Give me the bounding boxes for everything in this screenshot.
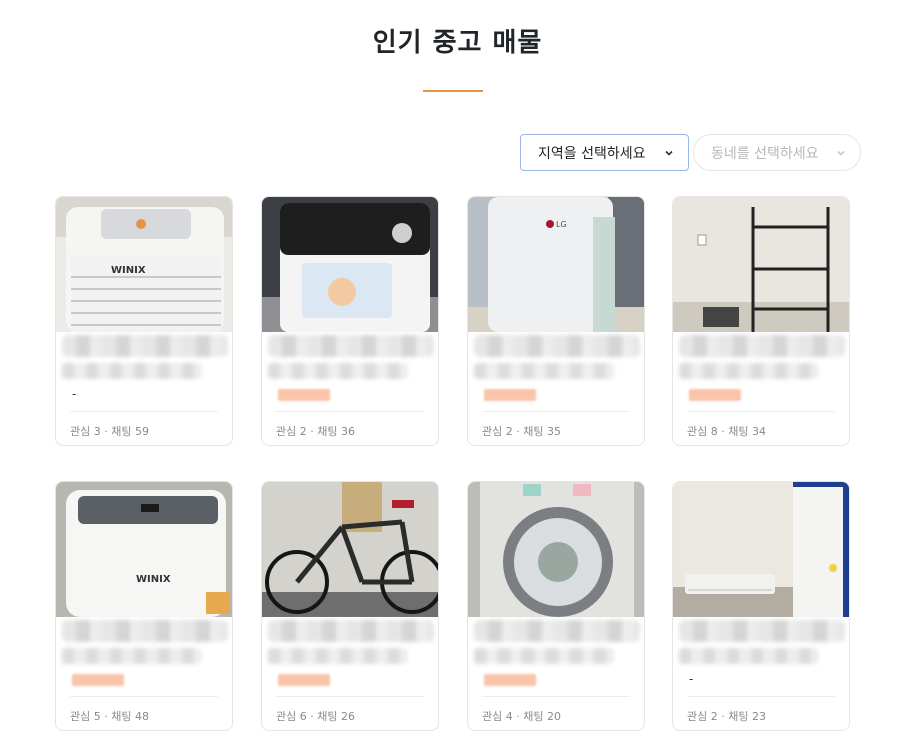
town-select-label: 동네를 선택하세요 bbox=[711, 145, 819, 162]
product-card[interactable]: 관심 6 · 채팅 26 bbox=[261, 481, 439, 731]
blurred-address bbox=[474, 648, 614, 664]
blurred-address bbox=[268, 363, 408, 379]
product-image bbox=[262, 482, 438, 617]
product-stats: 관심 2 · 채팅 35 bbox=[482, 425, 561, 438]
product-stats: 관심 8 · 채팅 34 bbox=[687, 425, 766, 438]
blurred-title bbox=[679, 620, 845, 642]
blurred-title bbox=[474, 335, 640, 357]
card-divider bbox=[687, 411, 835, 412]
title-underline bbox=[423, 90, 483, 92]
metal-shelf-icon bbox=[673, 197, 849, 332]
card-divider bbox=[276, 696, 424, 697]
chevron-down-icon bbox=[665, 150, 673, 156]
product-stats: 관심 5 · 채팅 48 bbox=[70, 710, 149, 723]
blurred-price bbox=[689, 389, 741, 401]
product-stats: 관심 2 · 채팅 36 bbox=[276, 425, 355, 438]
blurred-price bbox=[72, 674, 124, 686]
blurred-title bbox=[679, 335, 845, 357]
product-stats: 관심 6 · 채팅 26 bbox=[276, 710, 355, 723]
dehumidifier-lg-icon: LG bbox=[468, 197, 644, 332]
product-stats: 관심 3 · 채팅 59 bbox=[70, 425, 149, 438]
price-placeholder: - bbox=[72, 387, 77, 401]
svg-text:WINIX: WINIX bbox=[136, 574, 171, 585]
product-card[interactable]: 관심 8 · 채팅 34 bbox=[672, 196, 850, 446]
svg-text:WINIX: WINIX bbox=[111, 265, 146, 276]
product-image bbox=[468, 482, 644, 617]
product-stats: 관심 4 · 채팅 20 bbox=[482, 710, 561, 723]
card-divider bbox=[482, 411, 630, 412]
card-divider bbox=[687, 696, 835, 697]
blurred-address bbox=[62, 363, 202, 379]
product-image bbox=[262, 197, 438, 332]
product-card[interactable]: - 관심 2 · 채팅 23 bbox=[672, 481, 850, 731]
product-image: WINIX bbox=[56, 197, 232, 332]
product-card[interactable]: WINIX - 관심 3 · 채팅 59 bbox=[55, 196, 233, 446]
blurred-price bbox=[484, 674, 536, 686]
blurred-address bbox=[474, 363, 614, 379]
blurred-title bbox=[474, 620, 640, 642]
product-image bbox=[673, 482, 849, 617]
region-select-label: 지역을 선택하세요 bbox=[538, 145, 646, 162]
card-divider bbox=[482, 696, 630, 697]
blurred-title bbox=[268, 620, 434, 642]
blurred-address bbox=[679, 648, 819, 664]
product-card[interactable]: 관심 2 · 채팅 36 bbox=[261, 196, 439, 446]
product-card[interactable]: 관심 4 · 채팅 20 bbox=[467, 481, 645, 731]
air-purifier-icon bbox=[262, 197, 438, 332]
card-divider bbox=[70, 696, 218, 697]
product-image: LG bbox=[468, 197, 644, 332]
town-select[interactable]: 동네를 선택하세요 bbox=[693, 134, 861, 171]
page-title: 인기 중고 매물 bbox=[372, 28, 543, 58]
region-select[interactable]: 지역을 선택하세요 bbox=[520, 134, 689, 171]
blurred-address bbox=[62, 648, 202, 664]
product-stats: 관심 2 · 채팅 23 bbox=[687, 710, 766, 723]
air-conditioner-icon bbox=[673, 482, 849, 617]
washing-machine-icon bbox=[468, 482, 644, 617]
blurred-price bbox=[278, 674, 330, 686]
dehumidifier-winix-icon: WINIX bbox=[56, 197, 232, 332]
blurred-address bbox=[268, 648, 408, 664]
product-image: WINIX bbox=[56, 482, 232, 617]
blurred-price bbox=[484, 389, 536, 401]
product-card[interactable]: WINIX 관심 5 · 채팅 48 bbox=[55, 481, 233, 731]
blurred-title bbox=[62, 620, 228, 642]
product-card[interactable]: LG 관심 2 · 채팅 35 bbox=[467, 196, 645, 446]
product-image bbox=[673, 197, 849, 332]
blurred-title bbox=[268, 335, 434, 357]
card-divider bbox=[276, 411, 424, 412]
portable-ac-winix-icon: WINIX bbox=[56, 482, 232, 617]
blurred-address bbox=[679, 363, 819, 379]
blurred-title bbox=[62, 335, 228, 357]
card-divider bbox=[70, 411, 218, 412]
bicycle-icon bbox=[262, 482, 438, 617]
price-placeholder: - bbox=[689, 672, 694, 686]
blurred-price bbox=[278, 389, 330, 401]
chevron-down-icon bbox=[837, 150, 845, 156]
svg-text:LG: LG bbox=[556, 220, 567, 229]
